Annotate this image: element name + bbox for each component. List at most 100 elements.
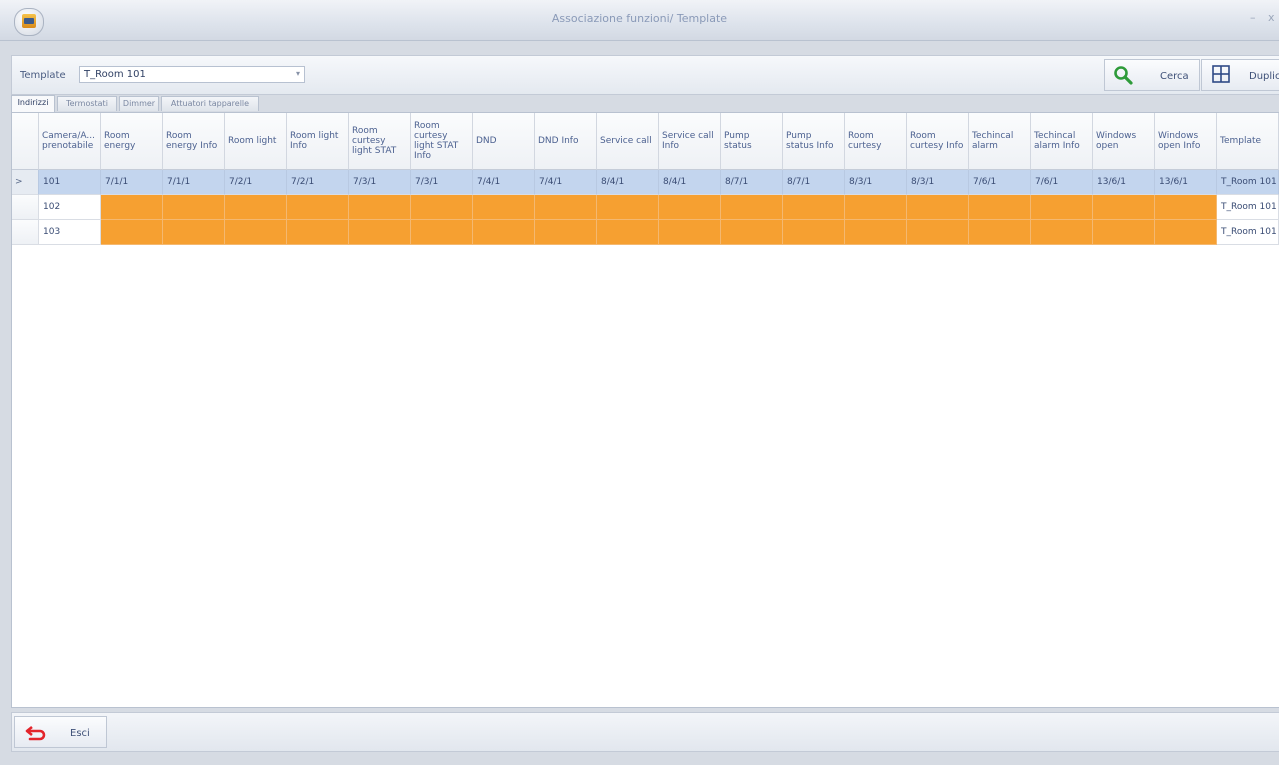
column-header[interactable]: Camera/A... prenotabile [39,113,101,170]
table-cell[interactable] [101,195,163,220]
table-cell[interactable] [969,195,1031,220]
template-select[interactable]: T_Room 101 ▾ [79,66,305,83]
title-bar: Associazione funzioni/ Template – x [0,0,1279,41]
table-cell[interactable] [597,195,659,220]
column-header[interactable]: Room curtesy light STAT [349,113,411,170]
chevron-down-icon[interactable]: ▾ [296,69,300,78]
table-cell[interactable] [411,220,473,245]
table-cell[interactable]: T_Room 101 [1217,170,1279,195]
table-cell[interactable] [783,195,845,220]
table-cell[interactable] [597,220,659,245]
table-cell[interactable] [721,195,783,220]
column-header[interactable]: Room energy [101,113,163,170]
row-indicator[interactable]: > [12,170,39,195]
tab-dimmer[interactable]: Dimmer [119,96,159,111]
table-cell[interactable]: 8/3/1 [907,170,969,195]
table-cell[interactable] [783,220,845,245]
table-cell[interactable]: 7/3/1 [411,170,473,195]
table-cell[interactable] [287,220,349,245]
row-indicator[interactable] [12,195,39,220]
table-cell[interactable] [659,195,721,220]
column-header[interactable]: Room curtesy [845,113,907,170]
table-row[interactable]: 103 T_Room 101 [12,220,1279,245]
tab-indirizzi[interactable]: Indirizzi [11,95,55,112]
table-cell[interactable]: 8/4/1 [597,170,659,195]
table-cell[interactable]: 7/3/1 [349,170,411,195]
column-header[interactable]: DND [473,113,535,170]
table-cell[interactable] [1093,195,1155,220]
table-cell[interactable]: 8/3/1 [845,170,907,195]
table-cell[interactable] [969,220,1031,245]
column-header[interactable]: Techincal alarm Info [1031,113,1093,170]
column-header[interactable]: Techincal alarm [969,113,1031,170]
table-cell[interactable]: 8/7/1 [721,170,783,195]
tab-attuatori-tapparelle[interactable]: Attuatori tapparelle [161,96,259,111]
column-header[interactable]: Room light Info [287,113,349,170]
duplicate-button[interactable]: Duplica [1201,59,1279,91]
table-row[interactable]: 102 T_Room 101 [12,195,1279,220]
close-button[interactable]: x [1268,11,1275,24]
table-cell[interactable] [907,220,969,245]
column-header[interactable]: DND Info [535,113,597,170]
table-cell[interactable] [907,195,969,220]
table-cell[interactable] [721,220,783,245]
search-button[interactable]: Cerca [1104,59,1200,91]
table-cell[interactable] [349,220,411,245]
table-cell[interactable]: 7/4/1 [473,170,535,195]
column-header[interactable]: Room energy Info [163,113,225,170]
table-cell[interactable] [1155,195,1217,220]
exit-button[interactable]: Esci [14,716,107,748]
table-row[interactable]: >101 7/1/1 7/1/1 7/2/1 7/2/1 7/3/1 7/3/1 7/4/1 7… [12,170,1279,195]
table-cell[interactable] [349,195,411,220]
row-indicator[interactable] [12,220,39,245]
table-cell[interactable]: 8/4/1 [659,170,721,195]
column-header[interactable]: Service call Info [659,113,721,170]
table-cell[interactable] [845,195,907,220]
column-header[interactable]: Service call [597,113,659,170]
table-cell[interactable]: T_Room 101 [1217,220,1279,245]
table-cell[interactable] [1155,220,1217,245]
table-cell[interactable]: 7/6/1 [1031,170,1093,195]
search-icon [1114,66,1133,85]
column-header[interactable]: Windows open [1093,113,1155,170]
table-cell[interactable]: 7/1/1 [101,170,163,195]
table-cell[interactable] [287,195,349,220]
table-cell[interactable] [1031,195,1093,220]
table-cell[interactable] [101,220,163,245]
table-cell[interactable] [1093,220,1155,245]
table-cell[interactable]: 7/2/1 [287,170,349,195]
column-header[interactable]: Template [1217,113,1279,170]
table-cell[interactable]: 7/1/1 [163,170,225,195]
table-cell[interactable] [1031,220,1093,245]
table-cell[interactable]: 7/2/1 [225,170,287,195]
table-cell[interactable]: 101 [39,170,101,195]
table-cell[interactable]: 103 [39,220,101,245]
table-cell[interactable] [163,220,225,245]
tab-termostati[interactable]: Termostati [57,96,117,111]
table-cell[interactable] [473,195,535,220]
table-cell[interactable]: 8/7/1 [783,170,845,195]
table-cell[interactable] [411,195,473,220]
table-cell[interactable] [225,195,287,220]
table-cell[interactable] [163,195,225,220]
table-cell[interactable]: 102 [39,195,101,220]
table-cell[interactable] [845,220,907,245]
column-header[interactable]: Room curtesy Info [907,113,969,170]
table-cell[interactable] [659,220,721,245]
table-cell[interactable] [473,220,535,245]
column-header[interactable]: Pump status Info [783,113,845,170]
table-cell[interactable]: T_Room 101 [1217,195,1279,220]
column-header[interactable]: Room light [225,113,287,170]
table-cell[interactable] [225,220,287,245]
table-cell[interactable]: 7/6/1 [969,170,1031,195]
table-cell[interactable] [535,195,597,220]
column-header[interactable]: Room curtesy light STAT Info [411,113,473,170]
table-cell[interactable]: 13/6/1 [1093,170,1155,195]
table-cell[interactable]: 7/4/1 [535,170,597,195]
template-label: Template [20,70,66,81]
column-header[interactable]: Windows open Info [1155,113,1217,170]
column-header[interactable]: Pump status [721,113,783,170]
table-cell[interactable] [535,220,597,245]
minimize-button[interactable]: – [1250,11,1256,24]
table-cell[interactable]: 13/6/1 [1155,170,1217,195]
